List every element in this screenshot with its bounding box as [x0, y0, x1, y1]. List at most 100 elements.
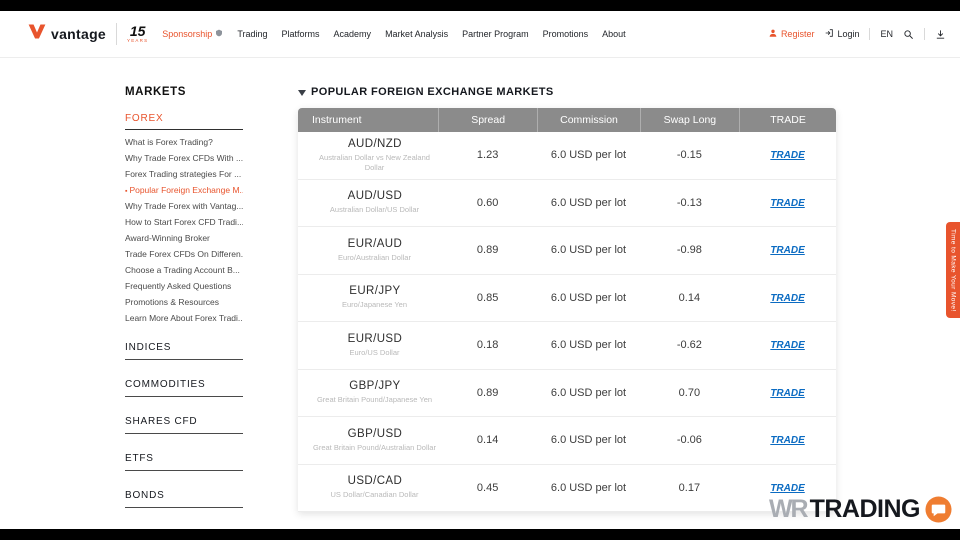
table-row: GBP/USD Great Britain Pound/Australian D…	[298, 417, 836, 465]
markets-sidebar: MARKETS FOREX What is Forex Trading? Why…	[125, 86, 243, 508]
instrument-description: Great Britain Pound/Australian Dollar	[313, 442, 436, 452]
trade-button[interactable]: TRADE	[770, 388, 804, 399]
register-label: Register	[780, 29, 815, 39]
main-content: POPULAR FOREIGN EXCHANGE MARKETS Instrum…	[298, 86, 836, 512]
commission-value: 6.0 USD per lot	[550, 149, 627, 162]
table-row: EUR/AUD Euro/Australian Dollar 0.89 6.0 …	[298, 227, 836, 275]
language-selector[interactable]: EN	[880, 29, 893, 39]
spread-value: 1.23	[476, 149, 499, 162]
nav-item-partner-program[interactable]: Partner Program	[462, 29, 529, 39]
spread-value: 0.45	[476, 481, 499, 494]
sidebar-item-faq[interactable]: Frequently Asked Questions	[125, 281, 243, 291]
nav-item-academy[interactable]: Academy	[334, 29, 372, 39]
sidebar-item-choose-account[interactable]: Choose a Trading Account B...	[125, 265, 243, 275]
spread-value: 0.89	[476, 386, 499, 399]
markets-table: Instrument Spread Commission Swap Long T…	[298, 108, 836, 512]
table-row: GBP/JPY Great Britain Pound/Japanese Yen…	[298, 369, 836, 417]
sidebar-item-popular-markets[interactable]: Popular Foreign Exchange M...	[125, 185, 243, 195]
instrument-description: Euro/US Dollar	[349, 347, 400, 357]
swap-long-value: -0.13	[676, 196, 702, 209]
trade-button[interactable]: TRADE	[770, 293, 804, 304]
login-button[interactable]: Login	[824, 28, 859, 40]
commission-value: 6.0 USD per lot	[550, 196, 627, 209]
sidebar-section-indices[interactable]: INDICES	[125, 342, 243, 360]
table-row: AUD/USD Australian Dollar/US Dollar 0.60…	[298, 179, 836, 227]
nav-item-about[interactable]: About	[602, 29, 626, 39]
spread-value: 0.18	[476, 339, 499, 352]
wr-trading-watermark: WR TRADING	[769, 495, 952, 524]
nav-separator	[869, 28, 871, 40]
swap-long-value: -0.62	[676, 339, 702, 352]
instrument-name: GBP/JPY	[349, 380, 401, 393]
sidebar-item-trade-platforms[interactable]: Trade Forex CFDs On Differen...	[125, 249, 243, 259]
login-label: Login	[837, 29, 860, 39]
anniversary-years-label: YEARS	[127, 38, 149, 44]
table-row: EUR/JPY Euro/Japanese Yen 0.85 6.0 USD p…	[298, 274, 836, 322]
page-title-text: POPULAR FOREIGN EXCHANGE MARKETS	[311, 86, 554, 98]
instrument-name: GBP/USD	[347, 427, 403, 440]
spread-value: 0.14	[476, 434, 499, 447]
watermark-wr-text: WR	[768, 495, 809, 523]
download-icon[interactable]	[935, 29, 946, 40]
instrument-name: AUD/USD	[347, 190, 403, 203]
header-swap-long: Swap Long	[639, 108, 740, 132]
sidebar-section-bonds[interactable]: BONDS	[125, 490, 243, 508]
sidebar-section-shares-cfd[interactable]: SHARES CFD	[125, 416, 243, 434]
person-icon	[768, 28, 778, 40]
commission-value: 6.0 USD per lot	[550, 481, 627, 494]
trade-button[interactable]: TRADE	[770, 198, 804, 209]
instrument-description: Great Britain Pound/Japanese Yen	[316, 395, 433, 405]
nav-item-sponsorship[interactable]: Sponsorship	[162, 29, 223, 39]
register-button[interactable]: Register	[768, 28, 815, 40]
nav-separator-2	[924, 28, 925, 40]
spread-value: 0.85	[476, 291, 499, 304]
sponsorship-crest-icon	[215, 29, 223, 39]
sidebar-item-how-to-start[interactable]: How to Start Forex CFD Tradi...	[125, 217, 243, 227]
trade-button[interactable]: TRADE	[770, 435, 804, 446]
swap-long-value: -0.98	[676, 244, 702, 257]
commission-value: 6.0 USD per lot	[550, 434, 627, 447]
commission-value: 6.0 USD per lot	[550, 386, 627, 399]
top-black-bar	[0, 0, 960, 11]
sidebar-title: MARKETS	[125, 86, 187, 98]
sidebar-item-what-is-forex[interactable]: What is Forex Trading?	[125, 137, 243, 147]
sidebar-section-forex[interactable]: FOREX	[125, 113, 243, 130]
sidebar-item-learn-more[interactable]: Learn More About Forex Tradi...	[125, 313, 243, 323]
sidebar-item-strategies[interactable]: Forex Trading strategies For ...	[125, 169, 243, 179]
sidebar-item-promotions-resources[interactable]: Promotions & Resources	[125, 297, 243, 307]
nav-item-trading[interactable]: Trading	[237, 29, 267, 39]
nav-right-group: Register Login EN	[768, 28, 946, 40]
search-icon[interactable]	[903, 29, 914, 40]
sidebar-section-commodities[interactable]: COMMODITIES	[125, 379, 243, 397]
sidebar-item-why-trade-cfds[interactable]: Why Trade Forex CFDs With ...	[125, 153, 243, 163]
trade-button[interactable]: TRADE	[770, 245, 804, 256]
nav-menu: Sponsorship Trading Platforms Academy Ma…	[162, 29, 625, 39]
nav-item-market-analysis[interactable]: Market Analysis	[385, 29, 448, 39]
vantage-logo[interactable]: vantage	[28, 24, 106, 44]
instrument-description: Euro/Japanese Yen	[341, 300, 408, 310]
sidebar-section-etfs[interactable]: ETFS	[125, 453, 243, 471]
instrument-name: EUR/AUD	[347, 237, 403, 250]
swap-long-value: 0.70	[678, 386, 701, 399]
trade-button[interactable]: TRADE	[770, 340, 804, 351]
sidebar-item-award-winning[interactable]: Award-Winning Broker	[125, 233, 243, 243]
promo-ribbon-label: Time to Make Your Move!	[949, 228, 957, 312]
chat-bubble-icon[interactable]	[925, 496, 952, 523]
vantage-logo-text: vantage	[51, 26, 107, 42]
promo-side-ribbon[interactable]: Time to Make Your Move!	[946, 222, 960, 318]
anniversary-badge: 15 YEARS	[127, 24, 148, 44]
header-instrument: Instrument	[312, 114, 362, 126]
login-arrow-icon	[824, 28, 834, 40]
title-triangle-icon	[298, 89, 306, 96]
page-title: POPULAR FOREIGN EXCHANGE MARKETS	[298, 86, 836, 98]
table-row: EUR/USD Euro/US Dollar 0.18 6.0 USD per …	[298, 322, 836, 370]
trade-button[interactable]: TRADE	[770, 483, 804, 494]
commission-value: 6.0 USD per lot	[550, 339, 627, 352]
nav-item-promotions[interactable]: Promotions	[543, 29, 589, 39]
nav-item-platforms[interactable]: Platforms	[282, 29, 320, 39]
swap-long-value: 0.17	[678, 481, 701, 494]
trade-button[interactable]: TRADE	[770, 150, 804, 161]
instrument-name: EUR/JPY	[349, 285, 401, 298]
sidebar-item-why-vantage[interactable]: Why Trade Forex with Vantag...	[125, 201, 243, 211]
table-header-row: Instrument Spread Commission Swap Long T…	[298, 108, 836, 132]
